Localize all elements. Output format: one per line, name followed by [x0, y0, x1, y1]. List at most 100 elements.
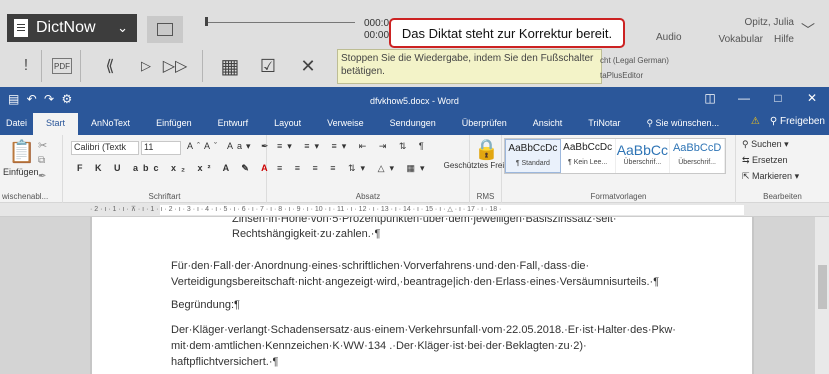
cursor-icon: ⇱: [742, 171, 753, 181]
separator: [41, 50, 42, 82]
style-name: Überschrif...: [678, 159, 716, 166]
horizontal-ruler[interactable]: · 2 · ı · 1 · ı · ⊼ · ı · 1 · ı · 2 · ı …: [0, 203, 829, 217]
search-button[interactable]: ⚲ Suchen ▾: [742, 139, 789, 150]
copy-icon[interactable]: ⧉: [38, 155, 45, 166]
replace-label: Ersetzen: [752, 155, 788, 165]
list-buttons[interactable]: ≡▾ ≡▾ ≡▾ ⇤ ⇥ ⇅ ¶: [277, 141, 429, 152]
format-painter-icon[interactable]: ✒: [38, 171, 46, 182]
clipboard-group-label: wischenabl...: [2, 192, 49, 201]
tab-start[interactable]: Start: [33, 113, 79, 135]
maximize-icon[interactable]: □: [761, 91, 795, 105]
user-area: Opitz, Julia Vokabular Hilfe: [719, 14, 795, 48]
fast-forward-icon[interactable]: ▷▷: [162, 52, 188, 80]
audio-menu[interactable]: Audio: [656, 32, 682, 43]
tabs-right: ⚠ ⚲ Freigeben: [751, 116, 825, 127]
style-name: ¶ Standard: [515, 160, 550, 167]
chevron-down-icon: ⌄: [117, 20, 128, 35]
tab-entwurf[interactable]: Entwurf: [205, 113, 262, 135]
separator: [80, 50, 81, 82]
play-icon[interactable]: ▷: [136, 52, 156, 80]
tab-ueberpruefen[interactable]: Überprüfen: [449, 113, 520, 135]
tab-sendungen[interactable]: Sendungen: [377, 113, 449, 135]
document-page[interactable]: Zinsen·in·Höhe·von·5·Prozentpunkten·über…: [92, 217, 752, 374]
tab-verweise[interactable]: Verweise: [314, 113, 377, 135]
person-icon: ⚲: [769, 116, 780, 127]
tab-trinotar[interactable]: TriNotar: [575, 113, 633, 135]
paragraph-group: ≡▾ ≡▾ ≡▾ ⇤ ⇥ ⇅ ¶ ≡ ≡ ≡ ≡ ⇅▾ △▾ ▦▾ Absatz: [267, 135, 470, 203]
tab-layout[interactable]: Layout: [261, 113, 314, 135]
tab-annotext[interactable]: AnNoText: [78, 113, 143, 135]
cut-icon[interactable]: ✂: [38, 139, 47, 152]
save-icon[interactable]: ▦: [218, 52, 242, 80]
close-window-icon[interactable]: ✕: [795, 91, 829, 105]
ribbon: 📋 Einfügen ✂ ⧉ ✒ wischenabl... Calibri (…: [0, 135, 829, 203]
style-standard[interactable]: AaBbCcDc ¶ Standard: [505, 139, 561, 173]
style-heading-1[interactable]: AaBbCc Überschrif...: [616, 139, 671, 173]
vocabulary-menu[interactable]: Vokabular: [719, 31, 763, 48]
ruler-scale[interactable]: · 2 · ı · 1 · ı · ⊼ · ı · 1 · ı · 2 · ı …: [90, 205, 744, 215]
select-button[interactable]: ⇱ Markieren ▾: [742, 171, 799, 182]
separator: [202, 50, 203, 82]
select-label: Markieren: [752, 171, 793, 181]
close-icon[interactable]: ✕: [296, 52, 320, 80]
rms-group: 🔒 Geschütztes Freigeben RMS: [444, 135, 526, 203]
styles-gallery: AaBbCcDc ¶ Standard AaBbCcDc ¶ Kein Lee...…: [504, 138, 726, 174]
font-size-select[interactable]: 11: [141, 141, 181, 155]
exclamation-icon[interactable]: !: [14, 52, 38, 80]
replace-button[interactable]: ⇆ Ersetzen: [742, 155, 788, 166]
style-preview: AaBbCc: [616, 142, 669, 158]
paragraph-line: Der·Kläger·verlangt·Schadensersatz·aus·e…: [171, 324, 676, 336]
caret-up-icon[interactable]: ﹀: [801, 20, 815, 40]
tab-datei[interactable]: Datei: [0, 113, 33, 135]
rms-group-label: RMS: [476, 192, 495, 201]
rewind-icon[interactable]: ⟪: [98, 52, 122, 80]
vertical-scrollbar[interactable]: [815, 217, 829, 374]
ribbon-display-icon[interactable]: ◫: [693, 91, 727, 105]
tell-me-label: Sie wünschen...: [655, 118, 720, 128]
playback-time: 000:0 00:00: [364, 18, 390, 41]
lightbulb-icon: ⚲: [646, 118, 656, 128]
paste-button[interactable]: Einfügen: [3, 167, 39, 177]
status-toast: Das Diktat steht zur Korrektur bereit.: [389, 18, 625, 48]
language-info: cht (Legal German): [600, 56, 669, 65]
share-button[interactable]: ⚲ Freigeben: [770, 116, 825, 127]
help-menu[interactable]: Hilfe: [774, 31, 794, 48]
slider-knob[interactable]: [205, 17, 208, 26]
open-folder-button[interactable]: [147, 16, 183, 43]
style-heading-2[interactable]: AaBbCcD Überschrif...: [670, 139, 725, 173]
ruler-ticks: · 2 · ı · 1 · ı · ⊼ · ı · 1 · ı · 2 · ı …: [90, 206, 502, 213]
paragraph-line: mit·dem·amtlichen·Kennzeichen·K·WW·134 .…: [171, 340, 587, 352]
style-no-spacing[interactable]: AaBbCcDc ¶ Kein Lee...: [561, 139, 616, 173]
font-group: Calibri (Textk 11 AˆAˇ Aa▾ ✒ F K U abc x…: [63, 135, 269, 203]
protected-share-icon[interactable]: 🔒: [474, 137, 499, 162]
checkbox-icon[interactable]: ☑: [256, 52, 280, 80]
brand-label: DictNow: [36, 19, 96, 36]
left-gutter: [0, 217, 90, 374]
style-preview: AaBbCcD: [672, 142, 722, 154]
warning-icon[interactable]: ⚠: [751, 116, 760, 127]
minimize-icon[interactable]: —: [727, 91, 761, 105]
replace-icon: ⇆: [742, 155, 753, 165]
quick-access-toolbar[interactable]: ▤ ↶ ↷ ⚙: [8, 92, 74, 106]
paste-icon[interactable]: 📋: [8, 139, 35, 165]
style-name: Überschrif...: [623, 159, 662, 166]
style-preview: AaBbCcDc: [508, 143, 558, 154]
align-buttons[interactable]: ≡ ≡ ≡ ≡ ⇅▾ △▾ ▦▾: [277, 163, 430, 174]
font-name-select[interactable]: Calibri (Textk: [71, 141, 139, 155]
paragraph-heading: Begründung:¶: [171, 299, 240, 311]
font-format-buttons[interactable]: F K U abc x₂ x² A ✎ A: [77, 163, 273, 174]
playback-slider[interactable]: [205, 17, 355, 26]
pdf-icon[interactable]: PDF: [52, 58, 72, 74]
share-label: Freigeben: [779, 116, 825, 127]
tell-me-box[interactable]: ⚲ Sie wünschen...: [633, 113, 732, 135]
hint-tooltip: Stoppen Sie die Wiedergabe, indem Sie de…: [337, 49, 602, 84]
search-label: Suchen: [751, 139, 782, 149]
paragraph-group-label: Absatz: [355, 192, 381, 201]
font-size-buttons[interactable]: AˆAˇ Aa▾ ✒: [187, 141, 273, 152]
tab-einfuegen[interactable]: Einfügen: [143, 113, 205, 135]
paragraph-line: Rechtshängigkeit·zu·zahlen.·¶: [232, 228, 381, 240]
tab-ansicht[interactable]: Ansicht: [520, 113, 576, 135]
scrollbar-thumb[interactable]: [818, 265, 827, 309]
dictnow-menu-button[interactable]: DictNow ⌄: [7, 14, 137, 42]
styles-group-label: Formatvorlagen: [590, 192, 647, 201]
